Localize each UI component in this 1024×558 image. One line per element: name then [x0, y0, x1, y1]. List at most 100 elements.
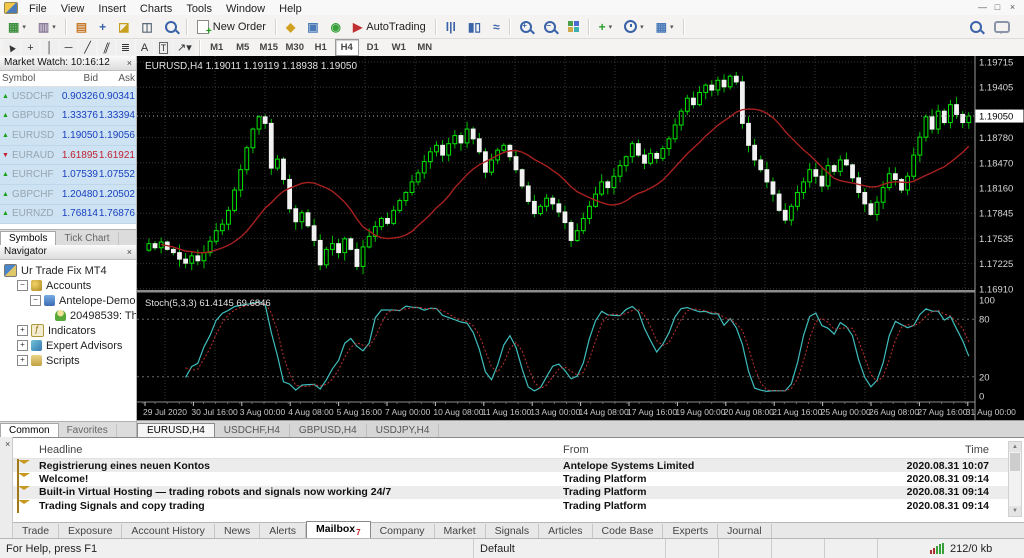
- menu-tools[interactable]: Tools: [179, 3, 219, 15]
- status-profile[interactable]: Default: [474, 539, 666, 558]
- tree-item-antelope-demo[interactable]: − Antelope-Demo: [0, 293, 136, 308]
- price-chart[interactable]: 1.197151.194051.190951.187801.184701.181…: [137, 56, 1024, 420]
- new-chart-button[interactable]: ▦ ▾: [3, 17, 31, 37]
- column-header-bid[interactable]: Bid: [56, 73, 98, 84]
- column-header-time[interactable]: Time: [853, 444, 993, 456]
- symbol-row-gbpchf[interactable]: ▲ GBPCHF 1.20480 1.20502: [0, 184, 136, 205]
- text-tool[interactable]: A: [136, 40, 153, 55]
- terminal-tab-account-history[interactable]: Account History: [122, 524, 215, 538]
- data-window-button[interactable]: +: [94, 17, 111, 37]
- menu-window[interactable]: Window: [219, 3, 272, 15]
- chart-window[interactable]: 1.197151.194051.190951.187801.184701.181…: [137, 56, 1024, 420]
- mail-row[interactable]: Built-in Virtual Hosting — trading robot…: [13, 485, 1008, 500]
- timeframe-m15[interactable]: M15: [257, 39, 281, 56]
- market-watch-button[interactable]: ▤: [71, 17, 92, 37]
- terminal-tab-exposure[interactable]: Exposure: [59, 524, 123, 538]
- mail-row[interactable]: Welcome! Trading Platform 2020.08.31 09:14: [13, 472, 1008, 487]
- collapse-icon[interactable]: −: [30, 295, 41, 306]
- column-header-headline[interactable]: Headline: [39, 444, 563, 456]
- navigator-button[interactable]: ◪: [113, 17, 134, 37]
- trendline-tool[interactable]: ╱: [79, 40, 96, 55]
- expand-icon[interactable]: +: [17, 340, 28, 351]
- symbol-row-usdchf[interactable]: ▲ USDCHF 0.90326 0.90341: [0, 87, 136, 107]
- expand-icon[interactable]: +: [17, 325, 28, 336]
- chat-button[interactable]: [989, 17, 1015, 37]
- menu-charts[interactable]: Charts: [133, 3, 179, 15]
- timeframe-d1[interactable]: D1: [361, 39, 385, 56]
- tree-item-expert-advisors[interactable]: + Expert Advisors: [0, 338, 136, 353]
- symbol-row-euraud[interactable]: ▼ EURAUD 1.61895 1.61921: [0, 145, 136, 166]
- terminal-tab-trade[interactable]: Trade: [13, 524, 60, 538]
- tree-item-20498539-thorst[interactable]: 20498539: Thorst: [0, 308, 136, 323]
- symbol-row-gbpusd[interactable]: ▲ GBPUSD 1.33376 1.33394: [0, 106, 136, 127]
- close-window-icon[interactable]: ×: [1005, 1, 1020, 14]
- menu-help[interactable]: Help: [272, 3, 309, 15]
- collapse-icon[interactable]: −: [17, 280, 28, 291]
- new-order-button[interactable]: New Order: [192, 17, 271, 37]
- column-header-ask[interactable]: Ask: [98, 73, 135, 84]
- terminal-scrollbar[interactable]: ▲ ▼: [1008, 441, 1022, 517]
- close-icon[interactable]: ×: [123, 56, 136, 70]
- minimize-window-icon[interactable]: —: [975, 1, 990, 14]
- timeframe-h1[interactable]: H1: [309, 39, 333, 56]
- scroll-down-icon[interactable]: ▼: [1009, 506, 1021, 516]
- mail-row[interactable]: Registrierung eines neuen Kontos Antelope…: [13, 458, 1008, 473]
- fibonacci-tool[interactable]: ≣: [117, 40, 134, 55]
- mail-row[interactable]: Trading Signals and copy trading Trading …: [13, 498, 1008, 513]
- terminal-tab-journal[interactable]: Journal: [718, 524, 772, 538]
- vertical-line-tool[interactable]: │: [41, 40, 58, 55]
- signals-button[interactable]: ◉: [326, 17, 346, 37]
- terminal-button[interactable]: ◫: [136, 17, 157, 37]
- zoom-out-button[interactable]: −: [539, 17, 561, 37]
- timeframe-w1[interactable]: W1: [387, 39, 411, 56]
- tab-common[interactable]: Common: [0, 423, 59, 437]
- expand-icon[interactable]: +: [17, 355, 28, 366]
- menu-insert[interactable]: Insert: [91, 3, 133, 15]
- chart-tab-eurusd-h4[interactable]: EURUSD,H4: [137, 423, 215, 437]
- terminal-tab-mailbox[interactable]: Mailbox7: [306, 520, 371, 538]
- templates-button[interactable]: ▦ ▾: [651, 17, 679, 37]
- zoom-in-button[interactable]: +: [515, 17, 537, 37]
- autotrading-button[interactable]: ▶ AutoTrading: [348, 17, 431, 37]
- chart-tab-gbpusd-h4[interactable]: GBPUSD,H4: [290, 424, 367, 437]
- timeframe-h4[interactable]: H4: [334, 39, 359, 56]
- cursor-tool[interactable]: ▲: [3, 39, 20, 56]
- tab-tick-chart[interactable]: Tick Chart: [56, 232, 119, 245]
- close-icon[interactable]: ×: [1, 439, 14, 449]
- terminal-tab-articles[interactable]: Articles: [539, 524, 593, 538]
- arrows-tool[interactable]: ↗ ▾: [174, 40, 195, 55]
- terminal-tab-signals[interactable]: Signals: [486, 524, 540, 538]
- chart-tab-usdchf-h4[interactable]: USDCHF,H4: [215, 424, 290, 437]
- timeframe-mn[interactable]: MN: [413, 39, 437, 56]
- symbol-row-eurnzd[interactable]: ▲ EURNZD 1.76814 1.76876: [0, 204, 136, 225]
- timeframe-m1[interactable]: M1: [205, 39, 229, 56]
- profiles-button[interactable]: ▥ ▾: [33, 17, 61, 37]
- tree-item-scripts[interactable]: + Scripts: [0, 353, 136, 368]
- channel-tool[interactable]: ∥: [98, 40, 115, 55]
- periods-button[interactable]: ▾: [619, 17, 649, 37]
- restore-window-icon[interactable]: □: [990, 1, 1005, 14]
- tab-symbols[interactable]: Symbols: [0, 231, 57, 245]
- metaquotes-button[interactable]: ▣: [302, 17, 323, 37]
- terminal-tab-news[interactable]: News: [215, 524, 261, 538]
- tree-item-ur-trade-fix-mt4[interactable]: Ur Trade Fix MT4: [0, 263, 136, 278]
- timeframe-m5[interactable]: M5: [231, 39, 255, 56]
- menu-file[interactable]: File: [22, 3, 54, 15]
- horizontal-line-tool[interactable]: ─: [60, 40, 77, 55]
- close-icon[interactable]: ×: [123, 245, 136, 259]
- tree-item-indicators[interactable]: + Indicators: [0, 323, 136, 338]
- tree-item-accounts[interactable]: − Accounts: [0, 278, 136, 293]
- search-button[interactable]: [965, 17, 987, 37]
- chart-tab-usdjpy-h4[interactable]: USDJPY,H4: [367, 424, 440, 437]
- metaeditor-button[interactable]: ◆: [281, 17, 300, 37]
- terminal-tab-market[interactable]: Market: [435, 524, 486, 538]
- scroll-thumb[interactable]: [1010, 453, 1020, 471]
- column-header-symbol[interactable]: Symbol: [2, 73, 56, 84]
- terminal-tab-company[interactable]: Company: [371, 524, 435, 538]
- crosshair-tool[interactable]: +: [22, 40, 39, 55]
- symbol-row-eurusd[interactable]: ▲ EURUSD 1.19050 1.19056: [0, 126, 136, 146]
- strategy-tester-button[interactable]: [160, 17, 182, 37]
- indicators-button[interactable]: + ▾: [594, 17, 618, 37]
- candlestick-chart-button[interactable]: ▮▯: [463, 17, 486, 37]
- text-label-tool[interactable]: T: [155, 40, 172, 55]
